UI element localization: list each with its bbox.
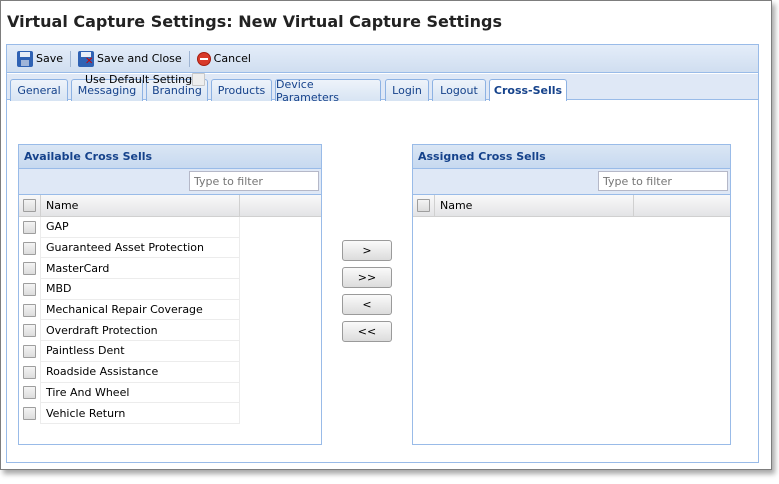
toolbar-separator — [70, 50, 72, 67]
list-item[interactable]: Roadside Assistance — [19, 361, 321, 383]
save-close-label: Save and Close — [97, 52, 182, 65]
add-all-button[interactable]: >> — [342, 267, 392, 288]
list-item[interactable]: Mechanical Repair Coverage — [19, 299, 321, 321]
row-checkbox[interactable] — [23, 262, 36, 276]
list-item[interactable]: MasterCard — [19, 258, 321, 280]
row-checkbox[interactable] — [23, 220, 36, 234]
cancel-button[interactable]: Cancel — [193, 48, 255, 70]
row-checkbox[interactable] — [23, 282, 36, 296]
item-name: GAP — [41, 217, 240, 238]
available-rows: GAP Guaranteed Asset Protection MasterCa… — [19, 217, 321, 424]
save-and-close-button[interactable]: Save and Close — [74, 48, 186, 70]
assigned-name-column[interactable]: Name — [435, 195, 634, 216]
row-checkbox[interactable] — [23, 344, 36, 358]
settings-window: Virtual Capture Settings: New Virtual Ca… — [0, 0, 772, 470]
tab-general[interactable]: General — [10, 79, 68, 101]
cancel-label: Cancel — [213, 52, 251, 65]
row-checkbox[interactable] — [23, 365, 36, 379]
save-button[interactable]: Save — [13, 48, 67, 70]
available-name-column[interactable]: Name — [41, 195, 240, 216]
assigned-filter-bar — [413, 169, 730, 195]
item-name: Vehicle Return — [41, 403, 240, 424]
list-item[interactable]: Vehicle Return — [19, 403, 321, 424]
assigned-column-header: Name — [413, 195, 730, 217]
item-name: MasterCard — [41, 258, 240, 280]
row-checkbox[interactable] — [23, 303, 36, 317]
row-checkbox[interactable] — [23, 241, 36, 255]
tab-cross-sells[interactable]: Cross-Sells — [489, 79, 567, 101]
item-name: Paintless Dent — [41, 341, 240, 362]
cancel-icon — [196, 51, 211, 66]
add-selected-button[interactable]: > — [342, 240, 392, 261]
tab-device-parameters[interactable]: Device Parameters — [275, 78, 381, 104]
save-label: Save — [36, 52, 64, 65]
list-item[interactable]: GAP — [19, 217, 321, 238]
assigned-grid-title: Assigned Cross Sells — [413, 145, 730, 169]
tab-login[interactable]: Login — [385, 79, 429, 101]
available-filter-input[interactable] — [189, 171, 319, 191]
available-select-all-checkbox[interactable] — [23, 199, 36, 212]
row-checkbox[interactable] — [23, 386, 36, 400]
tab-products[interactable]: Products — [211, 79, 272, 101]
tab-logout[interactable]: Logout — [432, 79, 486, 101]
assigned-filter-input[interactable] — [598, 171, 728, 191]
row-checkbox[interactable] — [23, 407, 36, 421]
page-title: Virtual Capture Settings: New Virtual Ca… — [7, 12, 503, 31]
list-item[interactable]: Paintless Dent — [19, 341, 321, 362]
assigned-cross-sells-grid: Assigned Cross Sells Name — [412, 144, 731, 445]
item-name: Mechanical Repair Coverage — [41, 299, 240, 321]
toolbar: Save Save and Close Cancel — [7, 45, 758, 73]
remove-selected-button[interactable]: < — [342, 294, 392, 315]
use-default-checkbox[interactable] — [192, 73, 205, 86]
row-checkbox[interactable] — [23, 324, 36, 338]
available-column-header: Name — [19, 195, 321, 217]
save-icon — [17, 50, 33, 67]
toolbar-separator — [188, 50, 190, 67]
item-name: MBD — [41, 279, 240, 300]
remove-all-button[interactable]: << — [342, 321, 392, 342]
use-default-label: Use Default Settings: — [85, 73, 202, 86]
list-item[interactable]: MBD — [19, 279, 321, 300]
list-item[interactable]: Overdraft Protection — [19, 320, 321, 342]
available-filter-bar — [19, 169, 321, 195]
item-name: Guaranteed Asset Protection — [41, 237, 240, 259]
item-name: Roadside Assistance — [41, 361, 240, 383]
available-grid-title: Available Cross Sells — [19, 145, 321, 169]
list-item[interactable]: Tire And Wheel — [19, 382, 321, 404]
item-name: Overdraft Protection — [41, 320, 240, 342]
item-name: Tire And Wheel — [41, 382, 240, 404]
assigned-select-all-checkbox[interactable] — [417, 199, 430, 212]
save-close-icon — [78, 50, 95, 67]
list-item[interactable]: Guaranteed Asset Protection — [19, 237, 321, 259]
available-cross-sells-grid: Available Cross Sells Name GAP Guarantee… — [18, 144, 322, 445]
